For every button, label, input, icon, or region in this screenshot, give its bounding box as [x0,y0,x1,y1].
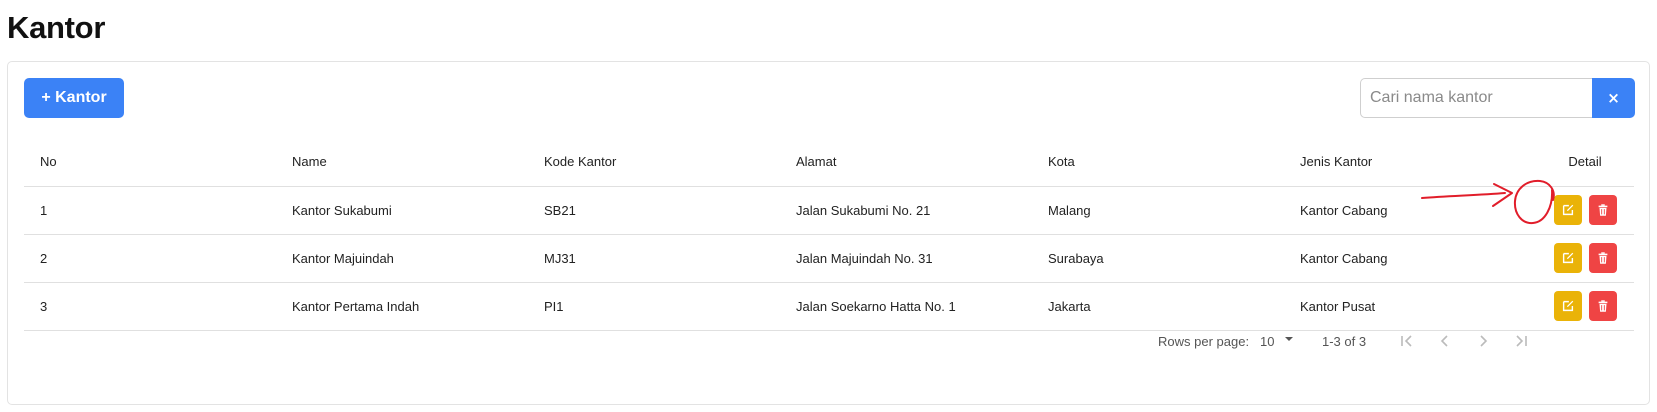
cell-name: Kantor Majuindah [276,234,528,283]
pagination: Rows per page: 10 1-3 of 3 [8,326,1651,356]
chevron-down-icon[interactable] [1282,332,1296,346]
table-row: 1 Kantor Sukabumi SB21 Jalan Sukabumi No… [24,186,1634,235]
prev-page-icon [1440,335,1448,347]
cell-name: Kantor Sukabumi [276,186,528,235]
cell-alamat: Jalan Soekarno Hatta No. 1 [780,282,1032,331]
cell-no: 2 [24,234,276,283]
header-kode-kantor[interactable]: Kode Kantor [528,138,780,187]
cell-alamat: Jalan Sukabumi No. 21 [780,186,1032,235]
cell-kota: Jakarta [1032,282,1284,331]
cell-detail [1536,282,1634,331]
edit-icon [1562,300,1573,312]
page-range: 1-3 of 3 [1322,334,1367,349]
prev-page-button[interactable] [1436,332,1454,350]
page-title: Kantor [7,10,106,45]
edit-button[interactable] [1553,195,1582,225]
cell-kode-kantor: MJ31 [528,234,780,283]
edit-icon [1562,204,1573,216]
cell-kota: Malang [1032,186,1284,235]
rows-per-page-label: Rows per page: [1158,334,1250,349]
cell-jenis-kantor: Kantor Cabang [1284,186,1536,235]
kantor-card: + Kantor × No Name Kode Kantor Alamat Ko… [7,61,1650,405]
header-alamat[interactable]: Alamat [780,138,1032,187]
cell-no: 3 [24,282,276,331]
last-page-button[interactable] [1512,332,1530,350]
delete-button[interactable] [1588,291,1617,321]
table-row: 3 Kantor Pertama Indah PI1 Jalan Soekarn… [24,282,1634,331]
header-detail: Detail [1536,138,1634,187]
search-input[interactable] [1360,78,1592,118]
search-group: × [1360,78,1635,118]
trash-icon [1598,252,1607,264]
first-page-icon [1401,335,1412,347]
next-page-button[interactable] [1474,332,1492,350]
header-no[interactable]: No [24,138,276,187]
last-page-icon [1516,335,1527,347]
header-name[interactable]: Name [276,138,528,187]
cell-kode-kantor: PI1 [528,282,780,331]
table-header-row: No Name Kode Kantor Alamat Kota Jenis Ka… [24,138,1634,187]
clear-search-button[interactable]: × [1592,78,1635,118]
first-page-button[interactable] [1398,332,1416,350]
cell-jenis-kantor: Kantor Cabang [1284,234,1536,283]
rows-per-page-select[interactable]: 10 [1260,334,1274,349]
cell-name: Kantor Pertama Indah [276,282,528,331]
edit-button[interactable] [1553,243,1582,273]
table-row: 2 Kantor Majuindah MJ31 Jalan Majuindah … [24,234,1634,283]
cell-no: 1 [24,186,276,235]
cell-kode-kantor: SB21 [528,186,780,235]
cell-jenis-kantor: Kantor Pusat [1284,282,1536,331]
kantor-table: No Name Kode Kantor Alamat Kota Jenis Ka… [24,138,1634,331]
delete-button[interactable] [1588,243,1617,273]
close-icon: × [1607,89,1620,107]
add-kantor-button[interactable]: + Kantor [24,78,124,118]
trash-icon [1598,300,1607,312]
header-jenis-kantor[interactable]: Jenis Kantor [1284,138,1536,187]
trash-icon [1598,204,1607,216]
cell-kota: Surabaya [1032,234,1284,283]
cell-detail [1536,186,1634,235]
cell-detail [1536,234,1634,283]
header-kota[interactable]: Kota [1032,138,1284,187]
edit-icon [1562,252,1573,264]
delete-button[interactable] [1588,195,1617,225]
cell-alamat: Jalan Majuindah No. 31 [780,234,1032,283]
next-page-icon [1480,335,1488,347]
edit-button[interactable] [1553,291,1582,321]
